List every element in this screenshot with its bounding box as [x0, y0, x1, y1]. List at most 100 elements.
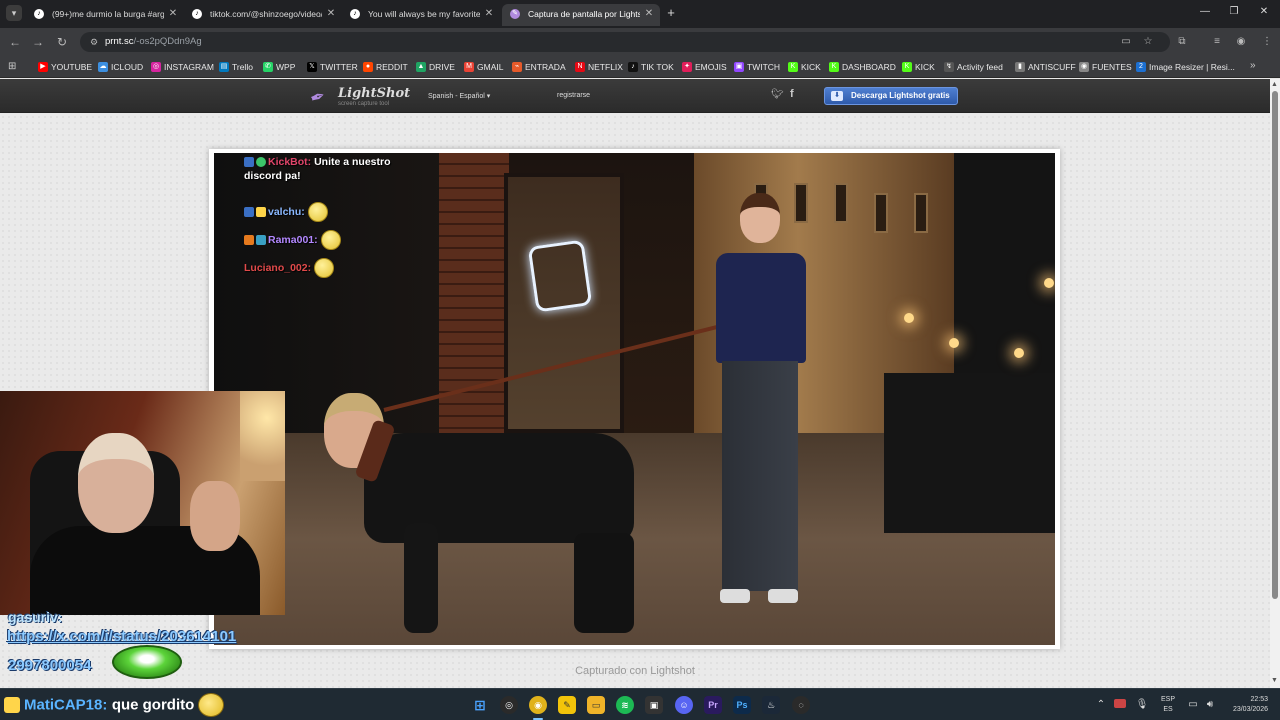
- bookmark-reddit[interactable]: ● REDDIT: [363, 61, 408, 73]
- tray-overflow-icon[interactable]: ⌃: [1094, 699, 1108, 711]
- language-selector[interactable]: Spanish - Español ▾: [428, 92, 490, 100]
- chat-text: que gordito: [111, 696, 195, 714]
- lightshot-feather-icon: ✒: [307, 85, 329, 110]
- menu-icon[interactable]: ⋮: [1260, 36, 1274, 48]
- more-bookmarks-icon[interactable]: »: [1250, 60, 1256, 71]
- bookmark-favicon-icon: ▲: [416, 62, 426, 72]
- volume-icon[interactable]: 🔊︎: [1203, 699, 1217, 711]
- stream-chat-highlight: MatiCAP18: que gordito: [4, 693, 225, 717]
- bookmark-twitter[interactable]: 𝕏 TWITTER: [307, 61, 358, 73]
- folder-icon[interactable]: ▭: [587, 696, 605, 714]
- bookmark-wpp[interactable]: ✆ WPP: [263, 61, 295, 73]
- address-bar[interactable]: ⚙ prnt.sc/-os2pQDdn9Ag ▭ ☆: [80, 32, 1170, 52]
- steam-icon[interactable]: ♨: [762, 696, 780, 714]
- tiktok-icon: ♪: [350, 9, 360, 19]
- bookmark-image-resizer-resi[interactable]: 2 Image Resizer | Resi...: [1136, 61, 1235, 73]
- apps-grid-icon[interactable]: ⊞: [8, 61, 16, 72]
- app-icon[interactable]: ◌: [792, 696, 810, 714]
- tiktok-icon: ♪: [34, 9, 44, 19]
- bookmark-emojis[interactable]: ✦ EMOJIS: [682, 61, 727, 73]
- bookmark-fuentes[interactable]: ◉ FUENTES: [1079, 61, 1132, 73]
- bookmark-label: TWITCH: [747, 62, 781, 72]
- bookmark-label: KICK: [915, 62, 935, 72]
- bookmark-tik-tok[interactable]: ♪ TIK TOK: [628, 61, 674, 73]
- new-tab-button[interactable]: +: [664, 5, 678, 21]
- reload-icon[interactable]: ↻: [55, 35, 69, 49]
- capture-icon[interactable]: ▣: [645, 696, 663, 714]
- extensions-icon[interactable]: ⧉: [1175, 36, 1189, 48]
- premiere-icon[interactable]: Pr: [704, 696, 722, 714]
- browser-tab[interactable]: ♪ You will always be my favorite ✕: [342, 4, 500, 26]
- laughing-emote-icon: [112, 645, 182, 679]
- bookmark-label: Trello: [232, 62, 253, 72]
- language-indicator[interactable]: ESP ES: [1161, 695, 1175, 715]
- media-icon[interactable]: ≡: [1210, 36, 1224, 48]
- overlay-username: gasuriv:: [8, 609, 63, 625]
- scrollbar-thumb[interactable]: [1272, 91, 1278, 599]
- moderator-badge-icon: [244, 207, 254, 217]
- bookmark-kick[interactable]: K KICK: [788, 61, 821, 73]
- forward-icon[interactable]: →: [31, 35, 45, 49]
- discord-icon[interactable]: ☺: [675, 696, 693, 714]
- facebook-icon[interactable]: f: [790, 88, 794, 100]
- site-info-icon[interactable]: ⚙: [88, 36, 100, 48]
- building-window: [834, 183, 848, 223]
- photoshop-icon[interactable]: Ps: [733, 696, 751, 714]
- bookmark-favicon-icon: K: [788, 62, 798, 72]
- bookmark-favicon-icon: 𝕏: [307, 62, 317, 72]
- bookmark-gmail[interactable]: M GMAIL: [464, 61, 503, 73]
- network-icon[interactable]: ▭: [1186, 699, 1200, 711]
- street-light: [1014, 348, 1024, 358]
- close-icon[interactable]: ✕: [482, 4, 496, 24]
- streamer-hand: [190, 481, 240, 551]
- bookmark-instagram[interactable]: ◎ INSTAGRAM: [151, 61, 214, 73]
- bookmark-activity-feed[interactable]: ↯ Activity feed: [944, 61, 1003, 73]
- browser-tab-active[interactable]: ✎ Captura de pantalla por Lightsh ✕: [502, 4, 660, 26]
- bookmark-entrada[interactable]: ⌁ ENTRADA: [512, 61, 566, 73]
- browser-toolbar: ← → ↻ ⚙ prnt.sc/-os2pQDdn9Ag ▭ ☆ ⧉ ≡ ◉ ⋮: [0, 28, 1280, 56]
- bookmark-star-icon[interactable]: ☆: [1142, 36, 1154, 48]
- browser-tab[interactable]: ♪ (99+)me durmio la burga #arge ✕: [26, 4, 184, 26]
- browser-tab[interactable]: ♪ tiktok.com/@shinzoego/video/ ✕: [184, 4, 342, 26]
- neon-sign: [527, 239, 593, 313]
- clock[interactable]: 22:53 23/03/2026: [1222, 695, 1268, 715]
- minimize-icon[interactable]: —: [1198, 6, 1212, 17]
- url-text: prnt.sc/-os2pQDdn9Ag: [105, 36, 202, 47]
- close-icon[interactable]: ✕: [642, 4, 656, 24]
- close-window-icon[interactable]: ✕: [1257, 6, 1271, 17]
- profile-icon[interactable]: ◉: [1234, 36, 1248, 48]
- tab-search-button[interactable]: ▾: [6, 5, 22, 21]
- chrome-icon[interactable]: ◉: [529, 696, 547, 714]
- page-scrollbar[interactable]: ▲ ▼: [1270, 79, 1280, 688]
- scroll-up-icon[interactable]: ▲: [1271, 81, 1278, 88]
- bookmark-twitch[interactable]: ▣ TWITCH: [734, 61, 780, 73]
- bookmark-kick[interactable]: K KICK: [902, 61, 935, 73]
- close-icon[interactable]: ✕: [324, 4, 338, 24]
- close-icon[interactable]: ✕: [166, 4, 180, 24]
- flag-icon[interactable]: [1114, 699, 1126, 708]
- bookmark-drive[interactable]: ▲ DRIVE: [416, 61, 455, 73]
- download-button[interactable]: ⬇ Descarga Lightshot gratis: [824, 87, 958, 105]
- lightshot-logo[interactable]: LightShot: [338, 86, 410, 101]
- register-link[interactable]: registrarse: [557, 92, 590, 99]
- woman-jersey: [716, 253, 806, 363]
- twitter-icon[interactable]: 🐦︎: [771, 89, 784, 100]
- bookmark-antiscuff[interactable]: ▮ ANTISCUFF: [1015, 61, 1076, 73]
- bookmark-icloud[interactable]: ☁ ICLOUD: [98, 61, 143, 73]
- bookmark-youtube[interactable]: ▶ YOUTUBE: [38, 61, 92, 73]
- lightshot-icon: ✎: [510, 9, 520, 19]
- bookmark-dashboard[interactable]: K DASHBOARD: [829, 61, 896, 73]
- notes-icon[interactable]: ✎: [558, 696, 576, 714]
- back-icon[interactable]: ←: [8, 35, 22, 49]
- chat-message: valchu:: [244, 202, 328, 222]
- scroll-down-icon[interactable]: ▼: [1271, 677, 1278, 684]
- spotify-icon[interactable]: ≋: [616, 696, 634, 714]
- bookmark-netflix[interactable]: N NETFLIX: [575, 61, 623, 73]
- start-icon[interactable]: ⊞: [471, 696, 489, 714]
- bookmark-label: ICLOUD: [111, 62, 144, 72]
- restore-icon[interactable]: ❐: [1227, 6, 1241, 17]
- bookmark-trello[interactable]: ▤ Trello: [219, 61, 253, 73]
- obs-icon[interactable]: ◎: [500, 696, 518, 714]
- cast-icon[interactable]: ▭: [1120, 36, 1132, 48]
- microphone-icon[interactable]: 🎙︎: [1135, 699, 1149, 711]
